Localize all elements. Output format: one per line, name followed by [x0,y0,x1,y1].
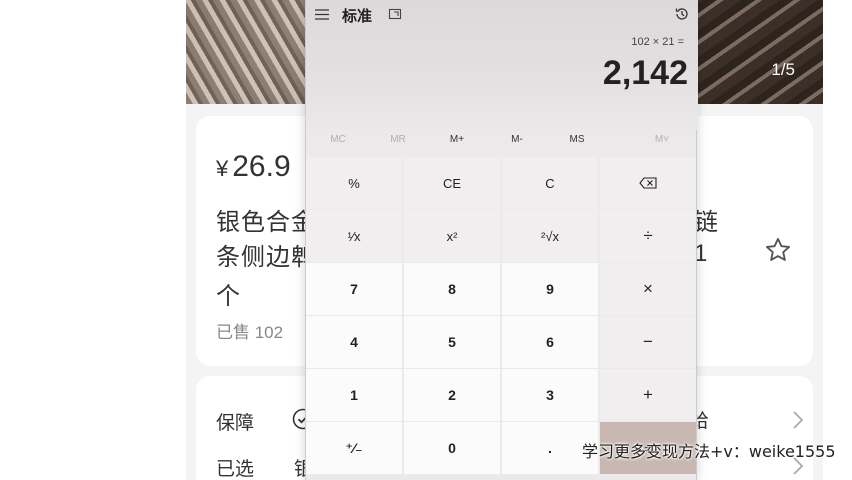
expression-display: 102 × 21 = [631,36,684,48]
calculator-window: 标准 102 × 21 = 2,142 MC MR M+ M- MS M˅ % … [305,0,698,480]
keep-on-top-icon[interactable] [388,7,402,21]
price-value: 26.9 [232,150,291,183]
product-title-line1: 银色合金 [216,209,316,236]
multiply-button[interactable]: × [600,263,696,315]
product-image-left [186,0,308,104]
clear-entry-button[interactable]: CE [404,157,500,209]
digit-9-button[interactable]: 9 [502,263,598,315]
subtract-button[interactable]: − [600,316,696,368]
memory-clear-button[interactable]: MC [308,134,368,145]
price: ¥26.9 [216,150,291,184]
digit-3-button[interactable]: 3 [502,369,598,421]
add-button[interactable]: + [600,369,696,421]
square-button[interactable]: x² [404,210,500,262]
negate-button[interactable]: ⁺⁄₋ [306,422,402,474]
digit-6-button[interactable]: 6 [502,316,598,368]
selected-label: 已选 [216,459,255,480]
divide-button[interactable]: ÷ [600,210,696,262]
digit-8-button[interactable]: 8 [404,263,500,315]
memory-row: MC MR M+ M- MS M˅ [306,128,698,154]
backspace-button[interactable] [600,157,696,209]
memory-add-button[interactable]: M+ [427,134,487,145]
digit-1-button[interactable]: 1 [306,369,402,421]
clear-button[interactable]: C [502,157,598,209]
menu-icon[interactable] [315,9,329,20]
image-counter: 1/5 [771,60,795,79]
watermark-text: 学习更多变现方法+v：weike1555 [582,442,836,461]
backspace-icon [639,177,657,189]
digit-2-button[interactable]: 2 [404,369,500,421]
history-icon[interactable] [674,6,690,22]
chevron-right-icon[interactable] [792,410,804,430]
digit-5-button[interactable]: 5 [404,316,500,368]
percent-button[interactable]: % [306,157,402,209]
price-symbol: ¥ [216,156,229,181]
memory-store-button[interactable]: MS [547,134,607,145]
result-display: 2,142 [602,54,688,92]
product-image-right [693,0,823,104]
reciprocal-button[interactable]: ¹⁄x [306,210,402,262]
product-title-tail1: 链 [694,209,718,236]
favorite-star-icon[interactable] [764,236,792,264]
digit-4-button[interactable]: 4 [306,316,402,368]
memory-recall-button[interactable]: MR [368,134,428,145]
memory-subtract-button[interactable]: M- [487,134,547,145]
sold-count: 已售 102 [216,323,284,342]
product-title-line3: 个 [216,283,241,310]
digit-0-button[interactable]: 0 [404,422,500,474]
mode-title: 标准 [342,8,373,25]
guarantee-label: 保障 [216,413,255,434]
square-root-button[interactable]: ²√x [502,210,598,262]
calculator-header: 标准 102 × 21 = 2,142 [306,0,698,130]
memory-list-button[interactable]: M˅ [632,134,692,145]
digit-7-button[interactable]: 7 [306,263,402,315]
product-title-line2: 条侧边鹎 [216,244,316,271]
